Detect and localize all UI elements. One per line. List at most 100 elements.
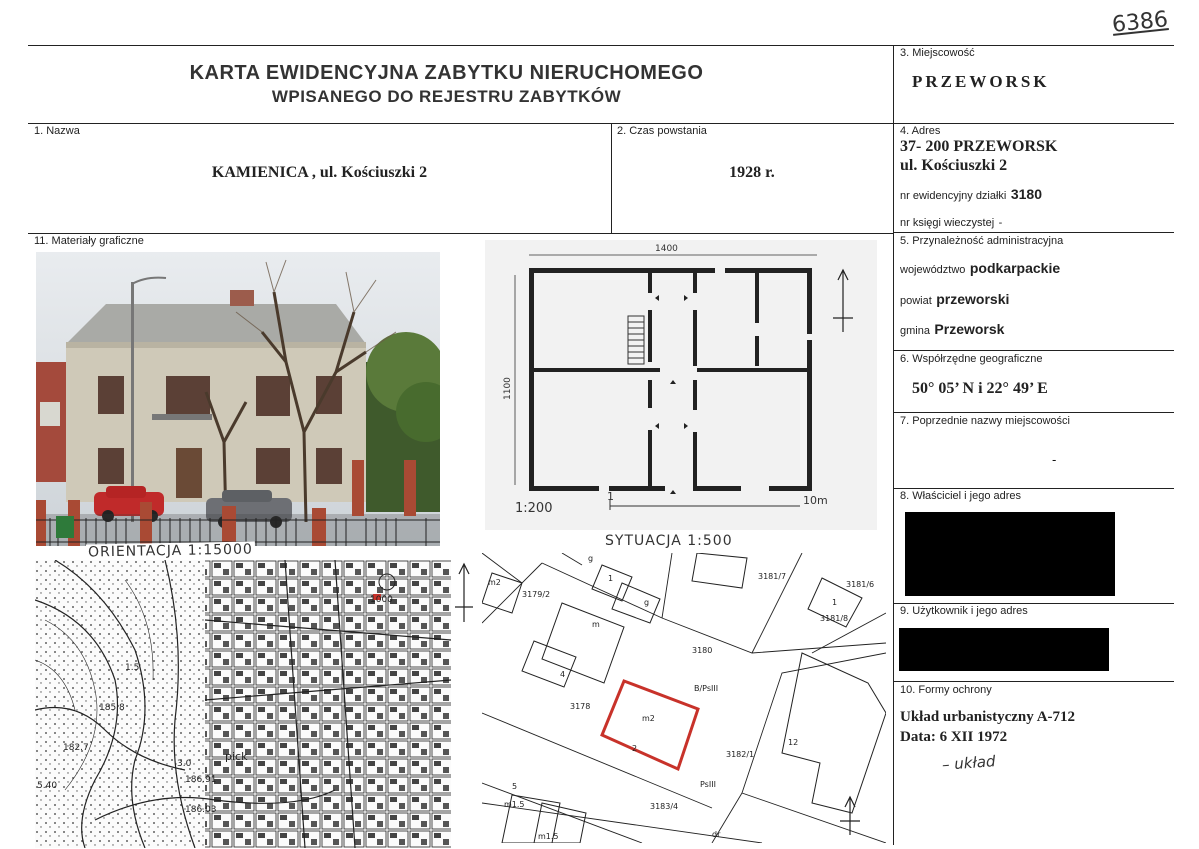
gmina-value: Przeworsk (934, 321, 1005, 337)
map-label: 186.03 (185, 805, 217, 815)
powiat-value: przeworski (936, 291, 1010, 307)
poprzednie-value: - (1052, 452, 1057, 467)
map-label: 1.5 (125, 663, 139, 673)
parcel-label: m (592, 620, 600, 629)
ksiega-label: nr księgi wieczystej (900, 217, 995, 229)
czas-label: 2. Czas powstania (617, 125, 707, 137)
wojewodztwo-row: województwo podkarpackie (900, 260, 1060, 278)
document-title: KARTA EWIDENCYJNA ZABYTKU NIERUCHOMEGO (189, 62, 704, 84)
frame-top-line (28, 45, 1174, 46)
plan-scale: 1:200 (515, 501, 552, 516)
parcel-label: 5 (512, 782, 517, 791)
materialy-label: 11. Materiały graficzne (34, 235, 144, 247)
parcel-label: 1 (832, 598, 837, 607)
right-row-line (893, 681, 1174, 682)
parcel-label: g (588, 554, 593, 563)
plan-side-dimension: 1100 (503, 377, 513, 400)
right-row-line (893, 603, 1174, 604)
north-arrow-icon (455, 562, 473, 622)
situation-map: m2 3179/2 g 1 g 3181/7 3181/6 1 3181/8 m… (482, 553, 886, 843)
orientacja-title: ORIENTACJA 1:15000 (85, 541, 255, 561)
owner-redaction (905, 512, 1115, 596)
parcel-label: m2 (488, 578, 501, 587)
dzialka-row: nr ewidencyjny działki 3180 (900, 186, 1042, 204)
nazwa-label: 1. Nazwa (34, 125, 80, 137)
gmina-row: gmina Przeworsk (900, 321, 1004, 339)
wojewodztwo-value: podkarpackie (969, 260, 1061, 276)
wojewodztwo-label: województwo (900, 264, 966, 276)
parcel-label: 3183/4 (650, 802, 678, 811)
building-photo (36, 252, 440, 546)
parcel-label: m2 (642, 714, 655, 723)
ksiega-value: - (998, 217, 1003, 229)
map-label: 5.40 (37, 781, 57, 791)
map-label: pick (225, 750, 248, 763)
situation-map-drawing: m2 3179/2 g 1 g 3181/7 3181/6 1 3181/8 m… (482, 553, 886, 843)
map-label: 3.0 (177, 759, 192, 769)
plan-bar-end: 10m (803, 494, 828, 507)
right-column-divider (893, 45, 894, 845)
wspolrzedne-label: 6. Współrzędne geograficzne (900, 353, 1043, 365)
row2-line (28, 233, 894, 234)
parcel-label: 3180 (692, 646, 712, 655)
map-label: 185.8 (99, 703, 125, 713)
parcel-label: 1 (608, 574, 613, 583)
uzytkownik-label: 9. Użytkownik i jego adres (900, 605, 1028, 617)
powiat-label: powiat (900, 295, 932, 307)
parcel-label: 12 (788, 738, 798, 747)
orientation-map: 1000 185.8 182.7 5.40 186.91 pick 186.03… (35, 560, 451, 848)
archive-number: 6386 (1110, 7, 1170, 38)
adres-label: 4. Adres (900, 125, 941, 137)
parcel-label: m1.5 (504, 800, 525, 809)
powiat-row: powiat przeworski (900, 291, 1009, 309)
right-row-line (893, 488, 1174, 489)
document-subtitle: WPISANEGO DO REJESTRU ZABYTKÓW (271, 87, 622, 106)
przynaleznosc-label: 5. Przynależność administracyjna (900, 235, 1064, 247)
parcel-label: PsIII (700, 780, 716, 789)
map-label: 186.91 (185, 775, 217, 785)
czas-value: 1928 r. (729, 164, 775, 181)
parcel-label: 3181/7 (758, 572, 786, 581)
wlasciciel-label: 8. Właściciel i jego adres (900, 490, 1022, 502)
parcel-label: 4 (560, 670, 565, 679)
gmina-label: gmina (900, 325, 930, 337)
floor-plan-panel: 1400 1100 1:200 1 10m (485, 240, 877, 530)
right-row-line (893, 232, 1174, 233)
parcel-label: m1.5 (538, 832, 559, 841)
dzialka-value: 3180 (1010, 186, 1042, 202)
right-row-line (893, 412, 1174, 413)
parcel-label: B/PsIII (694, 684, 718, 693)
miejscowosc-value: PRZEWORSK (912, 72, 1050, 91)
wspolrzedne-value: 50° 05’ N i 22° 49’ E (912, 380, 1048, 397)
row1-line (28, 123, 1174, 124)
nazwa-value: KAMIENICA , ul. Kościuszki 2 (211, 164, 428, 181)
map-label: 182.7 (63, 743, 89, 753)
parcel-label: 3179/2 (522, 590, 550, 599)
parcel-label: 3181/6 (846, 580, 874, 589)
user-redaction (899, 628, 1109, 671)
map-label: 1000 (370, 595, 393, 605)
parcel-label: 3181/8 (820, 614, 848, 623)
plan-bar-start: 1 (607, 490, 614, 503)
poprzednie-label: 7. Poprzednie nazwy miejscowości (900, 415, 1070, 427)
floor-plan-drawing: 1400 1100 1:200 1 10m (503, 244, 853, 516)
adres-line2: ul. Kościuszki 2 (900, 157, 1008, 174)
dzialka-label: nr ewidencyjny działki (900, 190, 1007, 202)
adres-line1: 37- 200 PRZEWORSK (900, 138, 1058, 155)
right-row-line (893, 350, 1174, 351)
plan-top-dimension: 1400 (655, 244, 678, 254)
parcel-label: g (644, 598, 649, 607)
formy-handwritten-note: – układ (941, 752, 997, 774)
sytuacja-title: SYTUACJA 1:500 (605, 533, 733, 549)
orientation-map-drawing: 1000 185.8 182.7 5.40 186.91 pick 186.03… (35, 560, 451, 848)
building-photo-illustration (36, 252, 440, 546)
parcel-label: 3182/1 (726, 750, 754, 759)
parcel-label: 2 (632, 744, 637, 753)
parcel-label: 3178 (570, 702, 590, 711)
formy-line1: Układ urbanistyczny A-712 (900, 709, 1076, 725)
parcel-label: dr (712, 830, 721, 839)
miejscowosc-label: 3. Miejscowość (900, 47, 975, 59)
formy-label: 10. Formy ochrony (900, 684, 992, 696)
ksiega-row: nr księgi wieczystej - (900, 213, 1002, 231)
formy-line2: Data: 6 XII 1972 (900, 729, 1008, 745)
